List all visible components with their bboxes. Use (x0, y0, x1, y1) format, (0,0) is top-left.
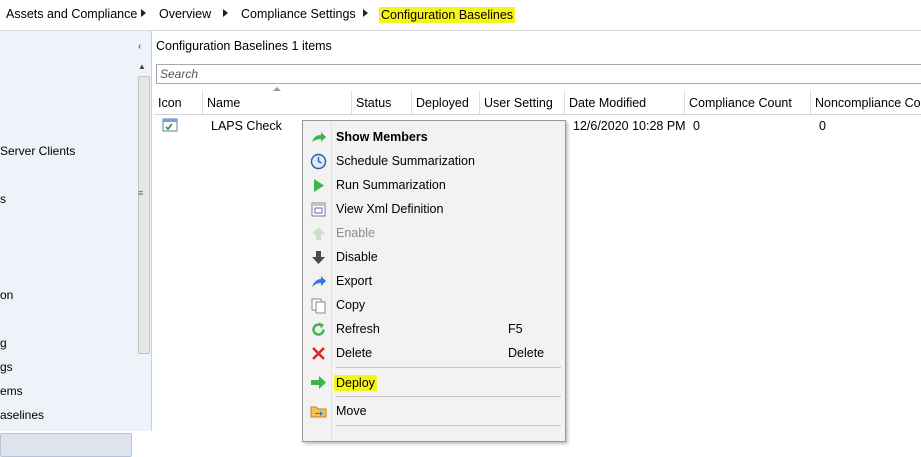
breadcrumb-item-overview[interactable]: Overview (159, 7, 211, 21)
breadcrumb-separator-icon[interactable] (141, 9, 146, 17)
menu-item-shortcut: F5 (508, 322, 523, 336)
nav-item[interactable]: g (0, 336, 7, 350)
export-arrow-icon (312, 276, 326, 287)
cell-noncompliance-count: 0 (819, 119, 826, 133)
breadcrumb-item-configuration-baselines[interactable]: Configuration Baselines (379, 7, 516, 23)
menu-item-view-xml-definition[interactable]: View Xml Definition (303, 198, 565, 220)
menu-item-copy[interactable]: Copy (303, 294, 565, 316)
column-header-icon[interactable]: Icon (154, 90, 203, 114)
play-icon (314, 179, 324, 192)
column-label: Name (207, 96, 241, 110)
menu-item-label: Deploy (334, 375, 377, 391)
column-header-name[interactable]: Name (203, 87, 352, 114)
delete-x-icon (312, 347, 325, 360)
menu-item-deploy[interactable]: Deploy (303, 371, 565, 393)
menu-item-label: Disable (336, 250, 378, 264)
nav-item[interactable]: gs (0, 360, 13, 374)
nav-selection-highlight (0, 433, 132, 457)
nav-scrollbar[interactable]: ▲ ≡ (136, 58, 150, 431)
column-header-status[interactable]: Status (352, 90, 412, 114)
menu-item-shortcut: Delete (508, 346, 545, 360)
column-label: Date Modified (569, 96, 647, 110)
item-count: 1 items (291, 39, 332, 53)
menu-item-label: Delete (336, 346, 373, 360)
column-header-date-modified[interactable]: Date Modified (565, 90, 685, 114)
deploy-arrow-icon (311, 376, 326, 389)
menu-item-label: View Xml Definition (336, 202, 444, 216)
menu-item-refresh[interactable]: Refresh F5 (303, 318, 565, 340)
nav-item-server-clients[interactable]: Server Clients (0, 144, 75, 158)
menu-item-label: Enable (336, 226, 375, 240)
sort-ascending-icon (273, 87, 281, 91)
menu-item-show-members[interactable]: Show Members (303, 126, 565, 148)
navigation-pane: Server Clients s on g gs ems aselines (0, 31, 152, 457)
menu-item-delete[interactable]: Delete Delete (303, 342, 565, 364)
scroll-up-icon[interactable]: ▲ (138, 62, 146, 71)
configuration-baseline-icon (162, 118, 178, 132)
nav-item[interactable]: s (0, 192, 6, 206)
nav-item-configuration-baselines[interactable]: aselines (0, 408, 44, 422)
column-label: User Setting (484, 96, 553, 110)
search-box[interactable] (156, 64, 921, 84)
clock-icon (310, 153, 327, 170)
menu-separator (336, 396, 561, 397)
menu-item-label: Refresh (336, 322, 380, 336)
menu-item-disable[interactable]: Disable (303, 246, 565, 268)
menu-item-label: Show Members (336, 130, 428, 144)
menu-item-schedule-summarization[interactable]: Schedule Summarization (303, 150, 565, 172)
breadcrumb-item-assets-and-compliance[interactable]: Assets and Compliance (6, 7, 137, 21)
menu-item-label: Copy (336, 298, 366, 312)
column-label: Compliance Count (689, 96, 792, 110)
breadcrumb-separator-icon[interactable] (363, 9, 368, 17)
column-label: Icon (158, 96, 182, 110)
scroll-grip-icon: ≡ (138, 188, 144, 198)
column-label: Noncompliance Cou (815, 96, 921, 110)
page-title-text: Configuration Baselines (156, 39, 289, 53)
column-label: Deployed (416, 96, 469, 110)
cell-name: LAPS Check (211, 119, 282, 133)
menu-item-label: Move (336, 404, 367, 418)
menu-item-label: Schedule Summarization (336, 154, 475, 168)
breadcrumb-separator-icon[interactable] (223, 9, 228, 17)
context-menu: Show Members Schedule Summarization Run … (302, 120, 566, 442)
page-title: Configuration Baselines 1 items (156, 39, 332, 53)
menu-item-run-summarization[interactable]: Run Summarization (303, 174, 565, 196)
menu-item-enable[interactable]: Enable (303, 222, 565, 244)
cell-compliance-count: 0 (693, 119, 700, 133)
scrollbar-thumb[interactable] (138, 76, 150, 354)
breadcrumb: Assets and Compliance Overview Complianc… (0, 0, 921, 31)
column-header-deployed[interactable]: Deployed (412, 90, 480, 114)
menu-item-label: Run Summarization (336, 178, 446, 192)
arrow-up-icon (312, 227, 325, 240)
menu-item-label: Export (336, 274, 373, 288)
arrow-down-icon (312, 251, 325, 264)
cell-date-modified: 12/6/2020 10:28 PM (573, 119, 686, 133)
copy-icon (311, 298, 326, 314)
column-label: Status (356, 96, 392, 110)
search-input[interactable] (157, 65, 863, 83)
nav-item[interactable]: on (0, 288, 13, 302)
column-header-compliance-count[interactable]: Compliance Count (685, 90, 811, 114)
column-header-noncompliance-count[interactable]: Noncompliance Cou (811, 90, 921, 114)
xml-document-icon (311, 202, 326, 217)
menu-item-export[interactable]: Export (303, 270, 565, 292)
column-header-user-setting[interactable]: User Setting (480, 90, 565, 114)
menu-separator (336, 367, 561, 368)
refresh-icon (312, 322, 325, 336)
menu-item-move[interactable]: Move (303, 400, 565, 422)
nav-item[interactable]: ems (0, 384, 23, 398)
folder-move-icon (310, 406, 327, 418)
collapse-pane-icon[interactable]: ‹ (138, 41, 141, 52)
grid-header: Icon Name Status Deployed User Setting D… (154, 87, 921, 115)
menu-separator (336, 425, 561, 426)
breadcrumb-item-compliance-settings[interactable]: Compliance Settings (241, 7, 356, 21)
arrow-right-green-icon (312, 132, 326, 142)
